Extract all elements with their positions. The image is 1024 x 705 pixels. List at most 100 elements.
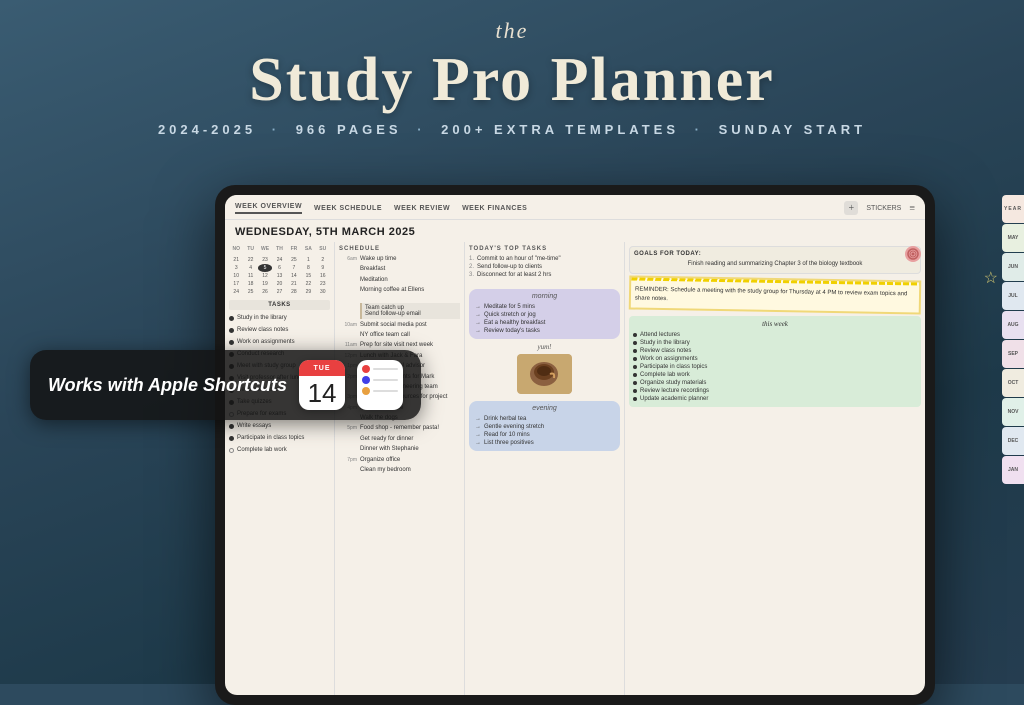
- day-su: SU: [316, 246, 330, 252]
- task-assignments: Work on assignments: [229, 338, 330, 346]
- calendar-icon: TUE 14: [299, 360, 345, 410]
- tablet: WEEK OVERVIEW WEEK SCHEDULE WEEK REVIEW …: [215, 185, 935, 705]
- evening-task-1: →Drink herbal tea: [475, 415, 614, 423]
- dot2: ·: [417, 122, 425, 137]
- week-task-7: Organize study materials: [633, 379, 917, 387]
- mini-cal-header: NO TU WE TH FR SA SU: [229, 246, 330, 252]
- schedule-item: 11am Prep for site visit next week: [339, 341, 460, 349]
- red-circle-icon: [362, 365, 370, 373]
- dot1: ·: [272, 122, 280, 137]
- subtitle-pages: 966 PAGES: [296, 122, 402, 137]
- week-task-6: Complete lab work: [633, 371, 917, 379]
- week-task-5: Participate in class topics: [633, 363, 917, 371]
- nav-week-finances[interactable]: WEEK FINANCES: [462, 205, 527, 212]
- morning-section: morning →Meditate for 5 mins →Quick stre…: [469, 289, 620, 339]
- yum-label: yum!: [538, 343, 552, 351]
- header-the-label: the: [0, 18, 1024, 44]
- week-task-8: Review lecture recordings: [633, 387, 917, 395]
- schedule-item: 5pm Food shop - remember pasta!: [339, 424, 460, 432]
- nav-week-schedule[interactable]: WEEK SCHEDULE: [314, 205, 382, 212]
- stickers-label[interactable]: STICKERS: [866, 205, 901, 212]
- nav-week-review[interactable]: WEEK REVIEW: [394, 205, 450, 212]
- tab-year[interactable]: YEAR: [1002, 195, 1024, 223]
- header-subtitle: 2024-2025 · 966 PAGES · 200+ EXTRA TEMPL…: [0, 122, 1024, 137]
- blue-circle-icon: [362, 376, 370, 384]
- morning-task-2: →Quick stretch or jog: [475, 311, 614, 319]
- morning-label: morning: [475, 293, 614, 300]
- schedule-item: Meditation: [339, 276, 460, 284]
- week-dot: [633, 381, 637, 385]
- planner-body: NO TU WE TH FR SA SU 212223242512 345678…: [225, 242, 925, 695]
- tab-jul[interactable]: JUL: [1002, 282, 1024, 310]
- tab-sep[interactable]: SEP: [1002, 340, 1024, 368]
- schedule-item: Get ready for dinner: [339, 435, 460, 443]
- menu-icon[interactable]: ≡: [909, 203, 915, 214]
- reminder-decoration: [631, 277, 919, 285]
- week-task-4: Work on assignments: [633, 355, 917, 363]
- tablet-screen: WEEK OVERVIEW WEEK SCHEDULE WEEK REVIEW …: [225, 195, 925, 695]
- week-task-9: Update academic planner: [633, 395, 917, 403]
- evening-task-2: →Gentle evening stretch: [475, 423, 614, 431]
- tab-jun[interactable]: JUN: [1002, 253, 1024, 281]
- day-fr: FR: [287, 246, 301, 252]
- reminder-box: REMINDER: Schedule a meeting with the st…: [629, 275, 922, 314]
- schedule-item: Dinner with Stephanie: [339, 445, 460, 453]
- nav-week-overview[interactable]: WEEK OVERVIEW: [235, 203, 302, 214]
- schedule-item: Clean my bedroom: [339, 466, 460, 474]
- schedule-block: Team catch upSend follow-up email: [360, 303, 460, 319]
- schedule-column: SCHEDULE 6am Wake up time Breakfast Medi…: [335, 242, 465, 695]
- dot3: ·: [695, 122, 703, 137]
- morning-task-4: →Review today's tasks: [475, 327, 614, 335]
- tab-jan[interactable]: JAN: [1002, 456, 1024, 484]
- tab-may[interactable]: MAY: [1002, 224, 1024, 252]
- task-dot: [229, 436, 234, 441]
- right-column: GOALS FOR TODAY: Finish reading and summ…: [625, 242, 925, 695]
- tablet-container: WEEK OVERVIEW WEEK SCHEDULE WEEK REVIEW …: [155, 185, 1004, 684]
- task-essays: Write essays: [229, 422, 330, 430]
- tab-dec[interactable]: DEC: [1002, 427, 1024, 455]
- target-icon: [905, 246, 921, 262]
- evening-task-3: →Read for 10 mins: [475, 431, 614, 439]
- add-button[interactable]: +: [844, 201, 858, 215]
- week-dot: [633, 349, 637, 353]
- reminders-icon: [357, 360, 403, 410]
- side-tabs: YEAR MAY JUN JUL AUG SEP OCT NOV DEC JAN: [1002, 195, 1024, 484]
- task-dot: [229, 316, 234, 321]
- schedule-item: 6am Wake up time: [339, 255, 460, 263]
- week-task-1: Attend lectures: [633, 331, 917, 339]
- cal-date-number: 14: [299, 376, 345, 410]
- schedule-item: 10am Submit social media post: [339, 321, 460, 329]
- food-section: yum!: [469, 343, 620, 397]
- task-lab: Complete lab work: [229, 446, 330, 454]
- reminder-row-2: [362, 376, 398, 384]
- reminder-line: [373, 390, 398, 392]
- task-dot: [229, 328, 234, 333]
- top-task-3: 3. Disconnect for at least 2 hrs: [469, 271, 620, 279]
- evening-label: evening: [475, 405, 614, 412]
- top-tasks-label: TODAY'S TOP TASKS: [469, 246, 620, 252]
- task-study-library: Study in the library: [229, 314, 330, 322]
- tasks-label: TASKS: [229, 300, 330, 310]
- cal-day-label: TUE: [314, 365, 331, 372]
- day-sa: SA: [301, 246, 315, 252]
- evening-task-4: →List three positives: [475, 439, 614, 447]
- tab-aug[interactable]: AUG: [1002, 311, 1024, 339]
- week-dot: [633, 397, 637, 401]
- middle-column: TODAY'S TOP TASKS 1. Commit to an hour o…: [465, 242, 625, 695]
- reminder-row-3: [362, 387, 398, 395]
- subtitle-templates: 200+ EXTRA TEMPLATES: [441, 122, 679, 137]
- star-icon[interactable]: ☆: [984, 268, 998, 288]
- cal-icon-header: TUE: [299, 360, 345, 376]
- day-no: NO: [229, 246, 243, 252]
- tab-nov[interactable]: NOV: [1002, 398, 1024, 426]
- week-dot: [633, 365, 637, 369]
- schedule-label: SCHEDULE: [339, 246, 460, 252]
- morning-task-3: →Eat a healthy breakfast: [475, 319, 614, 327]
- planner-nav: WEEK OVERVIEW WEEK SCHEDULE WEEK REVIEW …: [225, 195, 925, 220]
- week-dot: [633, 373, 637, 377]
- orange-circle-icon: [362, 387, 370, 395]
- morning-task-1: →Meditate for 5 mins: [475, 303, 614, 311]
- week-dot: [633, 357, 637, 361]
- tab-oct[interactable]: OCT: [1002, 369, 1024, 397]
- schedule-item: Morning coffee at Ellens: [339, 286, 460, 294]
